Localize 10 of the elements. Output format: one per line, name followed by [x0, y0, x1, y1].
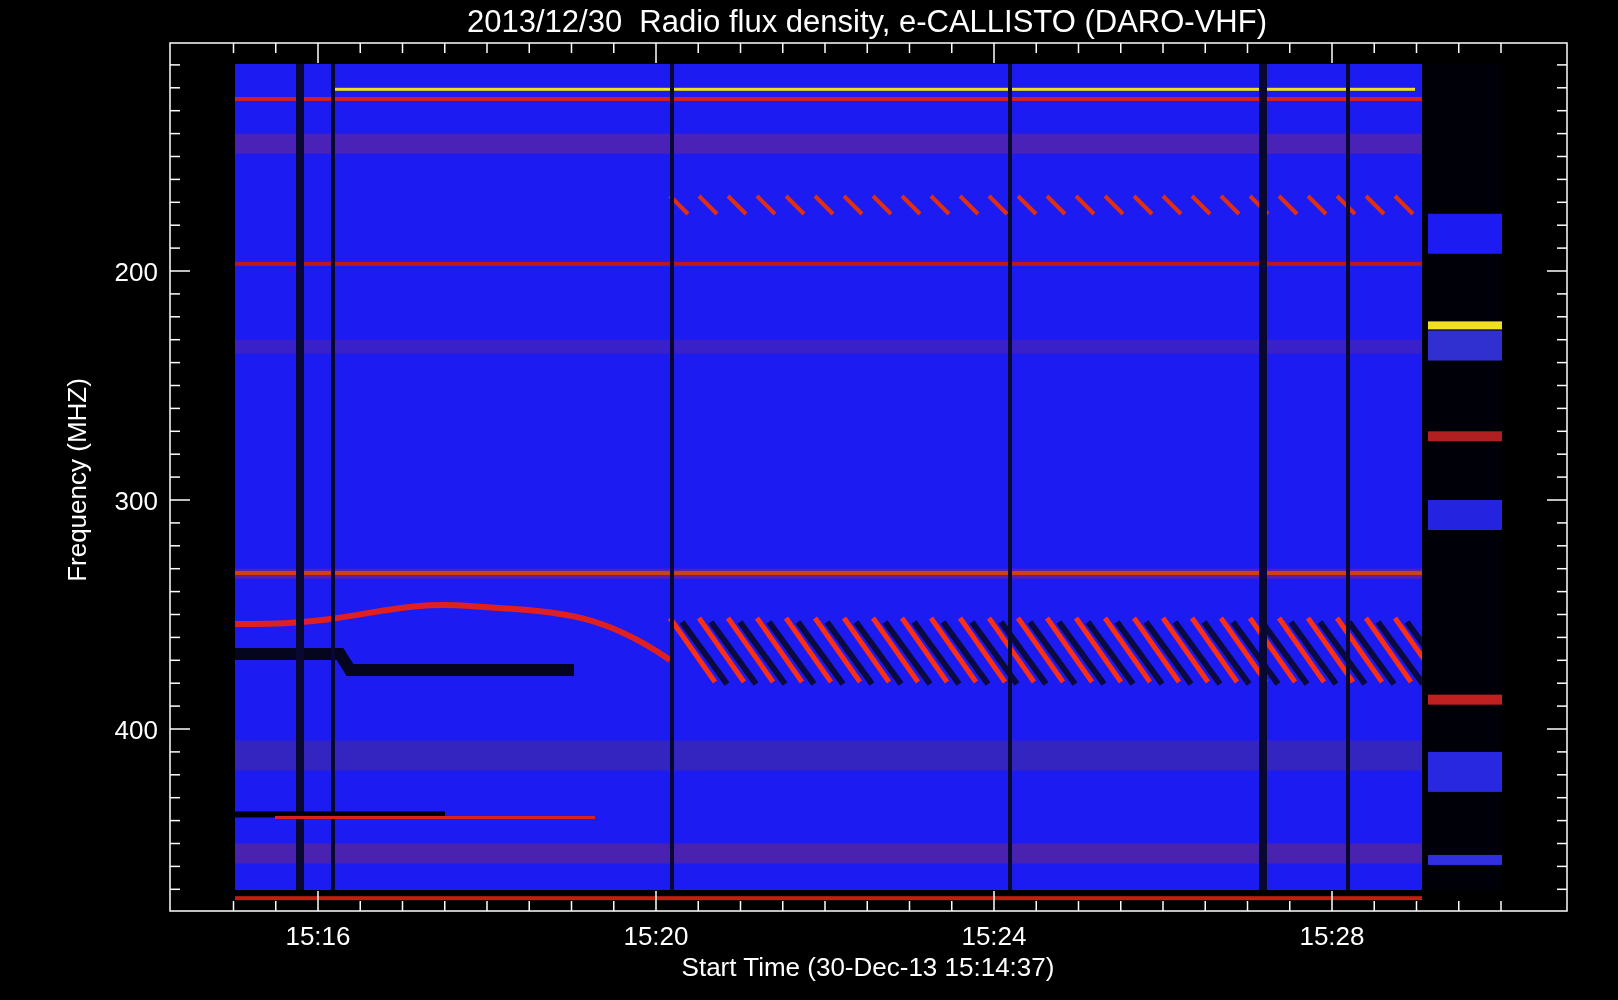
- y-tick-label: 400: [114, 715, 158, 745]
- y-tick-label: 200: [114, 257, 158, 287]
- y-tick-label: 300: [114, 486, 158, 516]
- x-tick-label: 15:20: [623, 921, 689, 951]
- x-tick-label: 15:16: [285, 921, 351, 951]
- x-tick-label: 15:28: [1299, 921, 1365, 951]
- chart-title: 2013/12/30 Radio flux density, e-CALLISTO (DARO-VHF): [467, 4, 1267, 39]
- y-axis-label: Frequency (MHZ): [62, 378, 92, 582]
- x-axis-label: Start Time (30-Dec-13 15:14:37): [681, 952, 1055, 982]
- x-tick-label: 15:24: [961, 921, 1027, 951]
